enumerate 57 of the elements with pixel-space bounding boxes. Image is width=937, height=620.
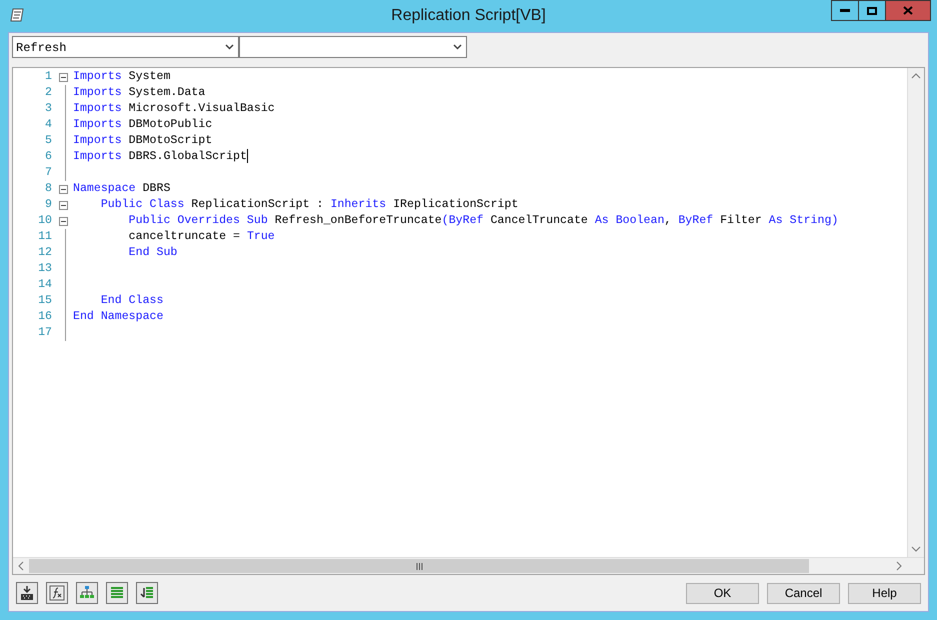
dropdown-value: Refresh	[16, 41, 66, 55]
dropdown[interactable]: Refresh	[12, 36, 239, 58]
line-number: 3	[44, 101, 53, 118]
scrollbar-corner	[907, 558, 924, 574]
line-number: 5	[44, 133, 53, 150]
minimize-icon	[840, 9, 850, 12]
line-number: 1	[44, 69, 53, 86]
line-number: 9	[44, 197, 53, 214]
code-line: End Namespace	[73, 309, 164, 326]
dialog-button[interactable]: Help	[848, 582, 921, 604]
list-icon[interactable]	[106, 582, 128, 604]
close-icon	[903, 6, 913, 15]
vertical-scrollbar[interactable]	[907, 68, 924, 557]
line-number: 10	[37, 213, 53, 230]
maximize-icon	[867, 6, 877, 14]
line-number: 6	[44, 149, 53, 166]
window-title: Replication Script[VB]	[391, 6, 546, 26]
code-line: Namespace DBRS	[73, 181, 170, 198]
code-line: Imports DBMotoScript	[73, 133, 212, 150]
horizontal-scrollbar[interactable]	[13, 558, 907, 574]
line-number: 15	[37, 293, 53, 310]
code-line: End Class	[100, 293, 164, 310]
code-line: Imports System	[73, 69, 170, 86]
chevron-down-icon	[453, 44, 462, 50]
line-number: 4	[44, 117, 53, 134]
line-number: 16	[37, 309, 53, 326]
line-number: 7	[44, 165, 53, 182]
code-line: End Sub	[128, 245, 178, 262]
collapse-icon[interactable]	[58, 72, 68, 82]
line-number: 12	[37, 245, 53, 262]
scroll-thumb[interactable]	[29, 559, 809, 573]
dropdown[interactable]	[239, 36, 467, 58]
code-line: Imports DBRS.GlobalScript	[73, 148, 248, 166]
dialog-button[interactable]: OK	[686, 582, 759, 604]
collapse-icon[interactable]	[58, 184, 68, 194]
line-number: 14	[37, 277, 53, 294]
code-line: Imports DBMotoPublic	[73, 117, 212, 134]
dialog-button[interactable]: Cancel	[767, 582, 840, 604]
collapse-icon[interactable]	[58, 200, 68, 210]
import-icon[interactable]	[16, 582, 38, 604]
line-number: 13	[37, 261, 53, 278]
code-line: Public Class ReplicationScript : Inherits IReplicationScript	[100, 197, 518, 214]
code-line: canceltruncate = True	[128, 229, 275, 246]
line-number: 17	[37, 325, 53, 342]
line-number: 2	[44, 85, 53, 102]
hierarchy-icon[interactable]	[76, 582, 98, 604]
close-button[interactable]	[885, 0, 931, 21]
code-line: Public Overrides Sub Refresh_onBeforeTruncate(ByRef CancelTruncate As Boolean, ByRef Filter As String)	[128, 213, 838, 230]
line-number: 8	[44, 181, 53, 198]
collapse-icon[interactable]	[58, 216, 68, 226]
line-number: 11	[37, 229, 53, 246]
chevron-down-icon	[225, 44, 234, 50]
code-line: Imports Microsoft.VisualBasic	[73, 101, 275, 118]
minimize-button[interactable]	[831, 0, 859, 21]
function-icon[interactable]	[46, 582, 68, 604]
grip-icon	[416, 562, 422, 570]
code-line: Imports System.Data	[73, 85, 206, 102]
